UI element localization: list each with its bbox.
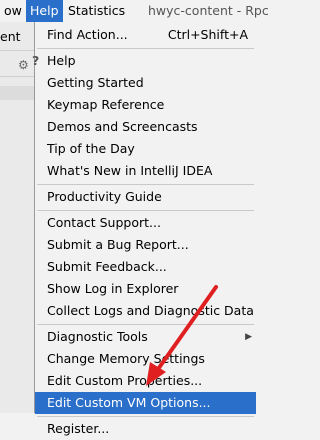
menu-item-getting-started[interactable]: Getting Started	[35, 72, 256, 94]
menu-item-label: Edit Custom VM Options...	[47, 395, 211, 410]
menu-item-label: Demos and Screencasts	[47, 119, 198, 134]
menu-item-label: Show Log in Explorer	[47, 281, 179, 296]
menu-separator	[37, 324, 254, 325]
menu-item-submit-bug-report[interactable]: Submit a Bug Report...	[35, 234, 256, 256]
background-ide-panel	[0, 22, 34, 413]
menu-item-edit-custom-vm-options[interactable]: Edit Custom VM Options...	[35, 392, 256, 414]
menu-item-label: Help	[47, 53, 76, 68]
menu-item-submit-feedback[interactable]: Submit Feedback...	[35, 256, 256, 278]
menu-item-find-action[interactable]: Find Action... Ctrl+Shift+A	[35, 24, 256, 46]
window-title: hwyc-content - Rpc	[148, 3, 269, 18]
help-icon: ?	[32, 53, 40, 68]
menu-item-label: Tip of the Day	[47, 141, 135, 156]
menu-item-diagnostic-tools[interactable]: Diagnostic Tools ▶	[35, 326, 256, 348]
menu-item-label: Find Action...	[47, 27, 128, 42]
menu-item-shortcut: Ctrl+Shift+A	[167, 27, 248, 42]
menu-item-contact-support[interactable]: Contact Support...	[35, 212, 256, 234]
menu-item-label: Edit Custom Properties...	[47, 373, 203, 388]
menu-separator	[37, 210, 254, 211]
menu-item-label: Submit Feedback...	[47, 259, 167, 274]
menu-item-demos-and-screencasts[interactable]: Demos and Screencasts	[35, 116, 256, 138]
menu-item-edit-custom-properties[interactable]: Edit Custom Properties...	[35, 370, 256, 392]
menu-item-keymap-reference[interactable]: Keymap Reference	[35, 94, 256, 116]
menu-item-label: Keymap Reference	[47, 97, 165, 112]
help-menu-dropdown: Find Action... Ctrl+Shift+A ? Help Getti…	[32, 22, 256, 436]
menu-separator	[37, 416, 254, 417]
menu-item-label: Contact Support...	[47, 215, 161, 230]
menu-window-partial[interactable]: ow	[0, 0, 26, 22]
menu-bar: ow Help Statistics hwyc-content - Rpc	[0, 0, 269, 23]
menu-statistics[interactable]: Statistics	[64, 0, 129, 22]
background-tab-label: ent	[0, 29, 21, 44]
menu-item-tip-of-the-day[interactable]: Tip of the Day	[35, 138, 256, 160]
menu-item-label: Collect Logs and Diagnostic Data	[47, 303, 254, 318]
menu-item-label: What's New in IntelliJ IDEA	[47, 163, 213, 178]
menu-item-collect-logs[interactable]: Collect Logs and Diagnostic Data	[35, 300, 256, 322]
menu-item-whats-new[interactable]: What's New in IntelliJ IDEA	[35, 160, 256, 182]
menu-item-register[interactable]: Register...	[35, 418, 256, 440]
menu-help[interactable]: Help	[26, 0, 63, 22]
background-divider	[0, 50, 34, 51]
menu-item-show-log[interactable]: Show Log in Explorer	[35, 278, 256, 300]
menu-item-label: Diagnostic Tools	[47, 329, 148, 344]
menu-item-label: Change Memory Settings	[47, 351, 205, 366]
menu-item-help[interactable]: ? Help	[32, 50, 256, 72]
menu-item-label: Productivity Guide	[47, 189, 162, 204]
settings-icon: ⚙	[18, 58, 29, 72]
menu-item-label: Getting Started	[47, 75, 144, 90]
submenu-arrow-icon: ▶	[245, 332, 252, 342]
menu-item-label: Register...	[47, 421, 110, 436]
menu-separator	[37, 48, 254, 49]
menu-separator	[37, 184, 254, 185]
background-divider	[0, 76, 34, 77]
background-toolbar-block	[0, 86, 34, 100]
menu-item-change-memory-settings[interactable]: Change Memory Settings	[35, 348, 256, 370]
menu-item-productivity-guide[interactable]: Productivity Guide	[35, 186, 256, 208]
menu-item-label: Submit a Bug Report...	[47, 237, 189, 252]
